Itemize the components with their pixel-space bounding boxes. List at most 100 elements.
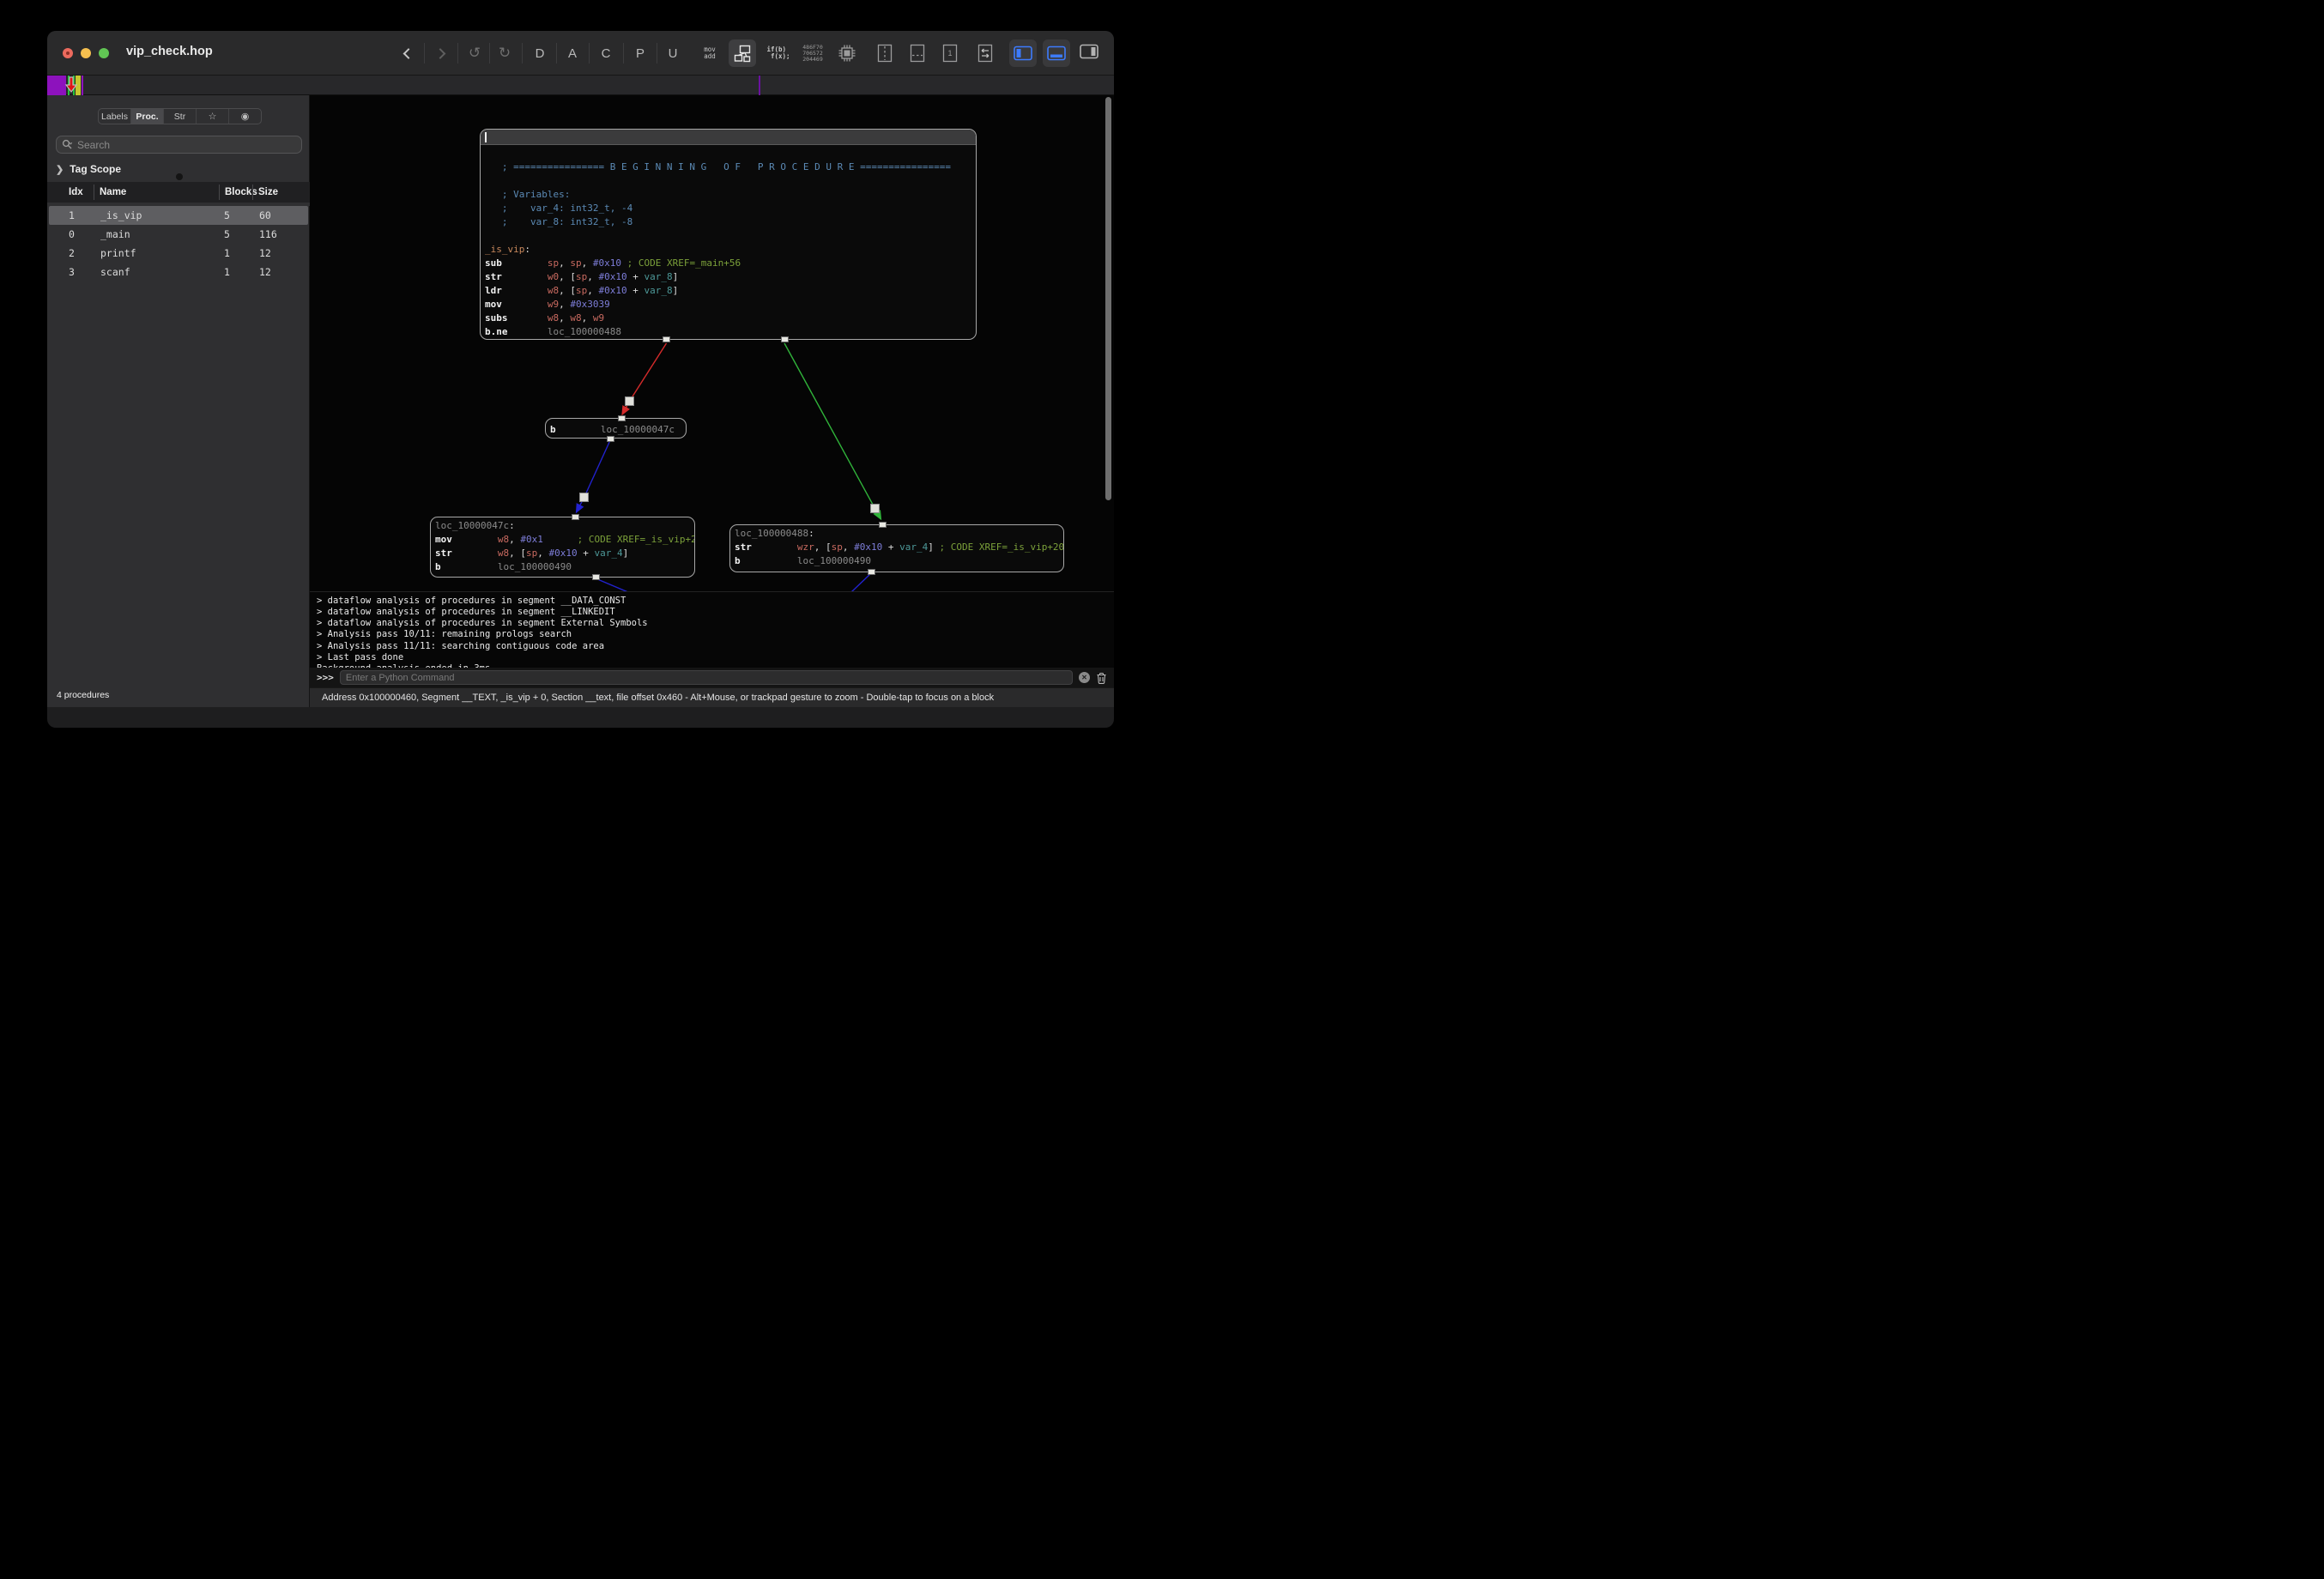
tab-proc[interactable]: Proc. — [131, 109, 164, 124]
vertical-split-icon — [876, 43, 893, 64]
forward-button[interactable] — [437, 31, 445, 76]
asm-line — [485, 229, 971, 243]
console-line: > dataflow analysis of procedures in seg… — [317, 607, 1114, 618]
basic-block-entry[interactable]: ; ================ B E G I N N I N G O F… — [480, 129, 977, 340]
asm-line: mov w9, #0x3039 — [485, 298, 971, 312]
traffic-lights — [63, 48, 109, 58]
basic-block-loc_488[interactable]: loc_100000488:str wzr, [sp, #0x10 + var_… — [729, 524, 1064, 572]
table-row[interactable]: 2printf112 — [49, 244, 308, 263]
block-port[interactable] — [572, 514, 579, 520]
asm-line: sub sp, sp, #0x10 ; CODE XREF=_main+56 — [485, 257, 971, 270]
toggle-left-panel-button[interactable] — [1009, 31, 1037, 76]
edge-unconditional — [833, 573, 871, 591]
block-port[interactable] — [592, 574, 600, 580]
pane-splitter-handle[interactable] — [176, 173, 183, 180]
toolbar-button-u[interactable]: U — [669, 31, 678, 76]
clear-console-icon[interactable]: ✕ — [1079, 672, 1090, 683]
tag-scope-disclosure[interactable]: ❯ Tag Scope — [56, 163, 121, 175]
console-line: > Last pass done — [317, 652, 1114, 663]
console-line: > dataflow analysis of procedures in seg… — [317, 596, 1114, 607]
block-port[interactable] — [663, 336, 670, 342]
basic-block-stub_47c[interactable]: bloc_10000047c — [545, 418, 687, 439]
basic-block-loc_47c[interactable]: loc_10000047c:mov w8, #0x1 ; CODE XREF=_… — [430, 517, 695, 578]
table-row[interactable]: 3scanf112 — [49, 263, 308, 281]
split-view-button[interactable] — [876, 31, 893, 76]
toggle-right-panel-button[interactable] — [1079, 31, 1099, 76]
tab-labels[interactable]: Labels — [99, 109, 131, 124]
edge-waypoint-handle[interactable] — [625, 396, 634, 406]
asm-line: b.ne loc_100000488 — [485, 325, 971, 339]
cfg-graph-canvas[interactable]: ; ================ B E G I N N I N G O F… — [310, 95, 1114, 591]
python-command-input[interactable] — [340, 670, 1073, 685]
close-window-button[interactable] — [63, 48, 73, 58]
tab-str[interactable]: Str — [164, 109, 197, 124]
search-placeholder: Search — [77, 139, 110, 151]
column-header-size[interactable]: Size — [252, 185, 310, 200]
toolbar-separator — [424, 43, 425, 64]
redo-button[interactable]: ↻ — [499, 31, 511, 76]
column-header-idx[interactable]: Idx — [47, 185, 94, 200]
toggle-bottom-panel-button[interactable] — [1043, 31, 1070, 76]
block-title-bar[interactable] — [481, 130, 976, 145]
table-header[interactable]: IdxNameBlocksSize — [47, 182, 310, 206]
console-line: > Analysis pass 11/11: searching contigu… — [317, 641, 1114, 652]
swap-panes-button[interactable] — [977, 31, 994, 76]
flow-graph-icon — [729, 39, 756, 67]
mov-add-assembly-button[interactable]: mov add — [704, 31, 716, 76]
asm-line: b loc_100000490 — [435, 560, 690, 574]
toolbar-button-p[interactable]: P — [636, 31, 645, 76]
column-header-blocks[interactable]: Blocks — [219, 185, 252, 200]
segment-data-marker — [47, 76, 66, 95]
bottom-panel-icon — [1043, 39, 1070, 67]
navigation-bar[interactable] — [47, 76, 1114, 95]
hopper-window: vip_check.hop ↺ ↻ DACPU mov add if(b) f(… — [47, 31, 1114, 728]
cell-size: 12 — [254, 247, 308, 259]
asm-line: ldr w8, [sp, #0x10 + var_8] — [485, 284, 971, 298]
trash-icon[interactable] — [1096, 672, 1107, 684]
minimize-window-button[interactable] — [81, 48, 91, 58]
cfg-mode-button[interactable] — [729, 31, 756, 76]
bottom-split-button[interactable] — [909, 31, 926, 76]
pseudo-code-button[interactable]: if(b) f(x); — [766, 31, 790, 76]
hex-mode-button[interactable]: 486F70 706572 204469 — [802, 31, 822, 76]
cell-name: printf — [95, 247, 221, 259]
zoom-window-button[interactable] — [99, 48, 109, 58]
block-port[interactable] — [868, 569, 875, 575]
block-port[interactable] — [781, 336, 789, 342]
console-line: > Analysis pass 10/11: remaining prologs… — [317, 629, 1114, 640]
back-button[interactable] — [405, 31, 413, 76]
console-line: > dataflow analysis of procedures in seg… — [317, 618, 1114, 629]
toolbar-button-d[interactable]: D — [536, 31, 545, 76]
asm-line: str wzr, [sp, #0x10 + var_4] ; CODE XREF… — [735, 541, 1059, 554]
single-view-button[interactable]: 1 — [941, 31, 959, 76]
column-header-name[interactable]: Name — [94, 185, 219, 200]
asm-line: ; ================ B E G I N N I N G O F… — [485, 160, 971, 174]
cell-size: 116 — [254, 228, 308, 240]
toolbar-separator — [522, 43, 523, 64]
desktop: { "window": { "title": "vip_check.hop" }… — [0, 0, 1162, 790]
cell-idx: 1 — [49, 209, 95, 221]
edge-waypoint-handle[interactable] — [870, 504, 880, 513]
asm-line: mov w8, #0x1 ; CODE XREF=_is_vip+24 — [435, 533, 690, 547]
table-row[interactable]: 1_is_vip560 — [49, 206, 308, 225]
analysis-console[interactable]: > dataflow analysis of procedures in seg… — [310, 591, 1114, 668]
edge-waypoint-handle[interactable] — [579, 493, 589, 502]
titlebar: vip_check.hop ↺ ↻ DACPU mov add if(b) f(… — [47, 31, 1114, 76]
hex-icon: 486F70 706572 204469 — [802, 45, 822, 63]
block-port[interactable] — [879, 522, 887, 528]
search-field[interactable]: Search — [56, 136, 302, 154]
star-icon[interactable]: ☆ — [197, 109, 229, 124]
toolbar-button-a[interactable]: A — [568, 31, 577, 76]
block-port[interactable] — [607, 436, 614, 442]
undo-button[interactable]: ↺ — [469, 31, 481, 76]
single-pane-icon: 1 — [941, 43, 959, 64]
table-row[interactable]: 0_main5116 — [49, 225, 308, 244]
redo-icon: ↻ — [499, 45, 511, 62]
tag-scope-label: Tag Scope — [70, 163, 121, 175]
cpu-button[interactable] — [837, 31, 857, 76]
record-icon[interactable]: ◉ — [229, 109, 261, 124]
block-port[interactable] — [618, 415, 626, 421]
toolbar-button-c[interactable]: C — [602, 31, 611, 76]
cell-blocks: 5 — [221, 209, 254, 221]
graph-vertical-scrollbar[interactable] — [1105, 97, 1111, 500]
